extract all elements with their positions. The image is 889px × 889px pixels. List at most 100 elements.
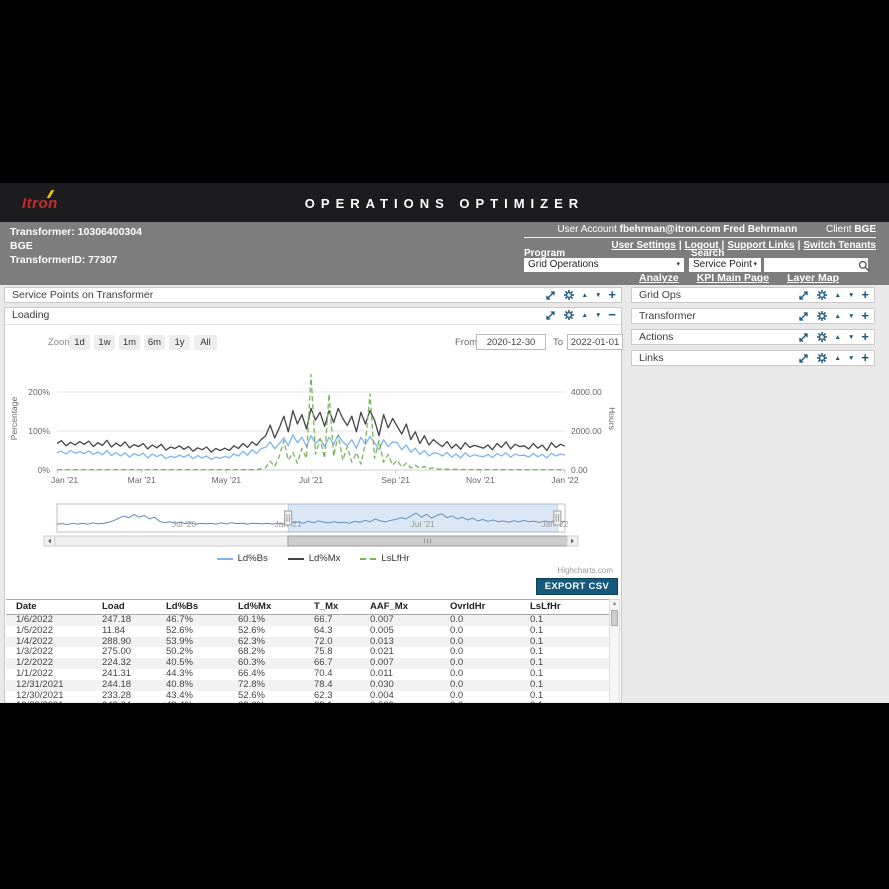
collapse-down-icon[interactable]: ▼ xyxy=(848,313,854,320)
transformer-id: TransformerID: 77307 xyxy=(10,253,142,267)
add-icon[interactable]: + xyxy=(861,290,869,300)
column-header[interactable]: Ld%Mx xyxy=(238,600,314,614)
table-row[interactable]: 1/2/2022224.3240.5%60.3%66.70.0070.00.1 xyxy=(6,658,609,669)
magnifier-icon[interactable] xyxy=(858,259,870,271)
column-header[interactable]: Date xyxy=(16,600,102,614)
gear-icon[interactable] xyxy=(563,289,575,301)
expand-icon[interactable] xyxy=(798,332,809,343)
zoom-button-1w[interactable]: 1w xyxy=(94,335,115,350)
legend-item-lslfhr[interactable]: LsLfHr xyxy=(360,553,409,564)
table-row[interactable]: 1/5/202211.8452.6%52.6%64.30.0050.00.1 xyxy=(6,626,609,637)
column-header[interactable]: Load xyxy=(102,600,166,614)
panel-controls: ▲ ▼ + xyxy=(798,287,869,303)
svg-text:Jul '21: Jul '21 xyxy=(299,475,324,485)
table-cell: 12/31/2021 xyxy=(16,680,102,691)
to-date-input[interactable] xyxy=(567,334,623,350)
link-user-settings[interactable]: User Settings xyxy=(611,240,675,251)
table-scrollbar-thumb[interactable] xyxy=(611,610,618,626)
table-row[interactable]: 1/3/2022275.0050.2%68.2%75.80.0210.00.1 xyxy=(6,647,609,658)
table-cell: 52.6% xyxy=(166,626,238,637)
program-select[interactable]: ▾ Grid Operations xyxy=(524,258,684,272)
separator: | xyxy=(798,240,801,251)
svg-text:Jan '22: Jan '22 xyxy=(551,475,578,485)
link-support-links[interactable]: Support Links xyxy=(727,240,794,251)
table-row[interactable]: 1/6/2022247.1846.7%60.1%66.70.0070.00.1 xyxy=(6,615,609,626)
collapse-up-icon[interactable]: ▲ xyxy=(835,313,841,320)
table-cell: 0.030 xyxy=(370,680,450,691)
svg-text:Jul '20: Jul '20 xyxy=(172,519,197,529)
zoom-button-6m[interactable]: 6m xyxy=(144,335,165,350)
export-csv-button[interactable]: EXPORT CSV xyxy=(536,578,618,595)
svg-text:2000.00: 2000.00 xyxy=(571,426,602,436)
collapse-up-icon[interactable]: ▲ xyxy=(835,355,841,362)
zoom-button-1m[interactable]: 1m xyxy=(119,335,140,350)
table-row[interactable]: 12/29/2021243.6443.4%63.6%69.10.0090.00.… xyxy=(6,701,609,703)
remove-icon[interactable]: − xyxy=(608,310,616,320)
collapse-down-icon[interactable]: ▼ xyxy=(595,292,601,299)
column-header[interactable]: LsLfHr xyxy=(530,600,590,614)
expand-icon[interactable] xyxy=(798,290,809,301)
loading-chart: 0%100%200%0.002000.004000.00PercentageHo… xyxy=(5,357,623,557)
scroll-up-icon[interactable]: ▲ xyxy=(610,600,619,609)
gear-icon[interactable] xyxy=(816,310,828,322)
zoom-button-1y[interactable]: 1y xyxy=(169,335,190,350)
table-row[interactable]: 12/30/2021233.2843.4%52.6%62.30.0040.00.… xyxy=(6,691,609,702)
add-icon[interactable]: + xyxy=(861,332,869,342)
to-label: To xyxy=(553,337,563,348)
collapse-up-icon[interactable]: ▲ xyxy=(582,292,588,299)
legend-label: Ld%Mx xyxy=(309,553,341,564)
link-switch-tenants[interactable]: Switch Tenants xyxy=(803,240,876,251)
transformer-context: Transformer: 10306400304 BGE Transformer… xyxy=(10,225,142,268)
navigator-handle[interactable] xyxy=(285,511,292,525)
from-label: From xyxy=(455,337,477,348)
add-icon[interactable]: + xyxy=(861,353,869,363)
legend-item-ld-mx[interactable]: Ld%Mx xyxy=(288,553,341,564)
panel-title: Service Points on Transformer xyxy=(12,289,153,301)
table-row[interactable]: 12/31/2021244.1840.8%72.8%78.40.0300.00.… xyxy=(6,680,609,691)
expand-icon[interactable] xyxy=(545,310,556,321)
table-cell: 78.4 xyxy=(314,680,370,691)
column-header[interactable]: Ld%Bs xyxy=(166,600,238,614)
collapse-down-icon[interactable]: ▼ xyxy=(848,334,854,341)
add-icon[interactable]: + xyxy=(608,290,616,300)
column-header[interactable]: T_Mx xyxy=(314,600,370,614)
legend-item-ld-bs[interactable]: Ld%Bs xyxy=(217,553,268,564)
column-header[interactable]: AAF_Mx xyxy=(370,600,450,614)
from-date-input[interactable] xyxy=(476,334,546,350)
link-analyze[interactable]: Analyze xyxy=(639,272,679,284)
link-layer-map[interactable]: Layer Map xyxy=(787,272,839,284)
zoom-button-all[interactable]: All xyxy=(194,335,217,350)
collapse-down-icon[interactable]: ▼ xyxy=(595,312,601,319)
add-icon[interactable]: + xyxy=(861,311,869,321)
panel-controls: ▲ ▼ + xyxy=(798,308,869,324)
table-cell: 63.6% xyxy=(238,701,314,703)
panel-actions: Actions▲▼+ xyxy=(631,329,875,345)
table-row[interactable]: 1/4/2022288.9053.9%62.3%72.00.0130.00.1 xyxy=(6,637,609,648)
gear-icon[interactable] xyxy=(816,352,828,364)
search-type-select[interactable]: ▾ Service Point xyxy=(689,258,761,272)
expand-icon[interactable] xyxy=(798,311,809,322)
highcharts-credits[interactable]: Highcharts.com xyxy=(557,566,613,575)
panel-title: Transformer xyxy=(639,310,696,322)
collapse-up-icon[interactable]: ▲ xyxy=(835,334,841,341)
chart-toolbar: Zoom 1d1w1m6m1yAll From To xyxy=(5,334,621,350)
search-input[interactable] xyxy=(764,258,868,272)
session-links: User Settings|Logout|Support Links|Switc… xyxy=(611,240,876,251)
column-header[interactable]: OvrldHr xyxy=(450,600,530,614)
svg-text:0.00: 0.00 xyxy=(571,465,588,475)
gear-icon[interactable] xyxy=(816,289,828,301)
collapse-up-icon[interactable]: ▲ xyxy=(835,292,841,299)
collapse-down-icon[interactable]: ▼ xyxy=(848,355,854,362)
collapse-down-icon[interactable]: ▼ xyxy=(848,292,854,299)
gear-icon[interactable] xyxy=(563,309,575,321)
link-kpi-main-page[interactable]: KPI Main Page xyxy=(697,272,769,284)
table-scrollbar[interactable]: ▲ xyxy=(609,599,620,703)
navigator-handle[interactable] xyxy=(554,511,561,525)
gear-icon[interactable] xyxy=(816,331,828,343)
zoom-button-1d[interactable]: 1d xyxy=(69,335,90,350)
collapse-up-icon[interactable]: ▲ xyxy=(582,312,588,319)
expand-icon[interactable] xyxy=(798,353,809,364)
table-row[interactable]: 1/1/2022241.3144.3%66.4%70.40.0110.00.1 xyxy=(6,669,609,680)
expand-icon[interactable] xyxy=(545,290,556,301)
account-info: User Account fbehrman@itron.com Fred Beh… xyxy=(557,224,876,235)
